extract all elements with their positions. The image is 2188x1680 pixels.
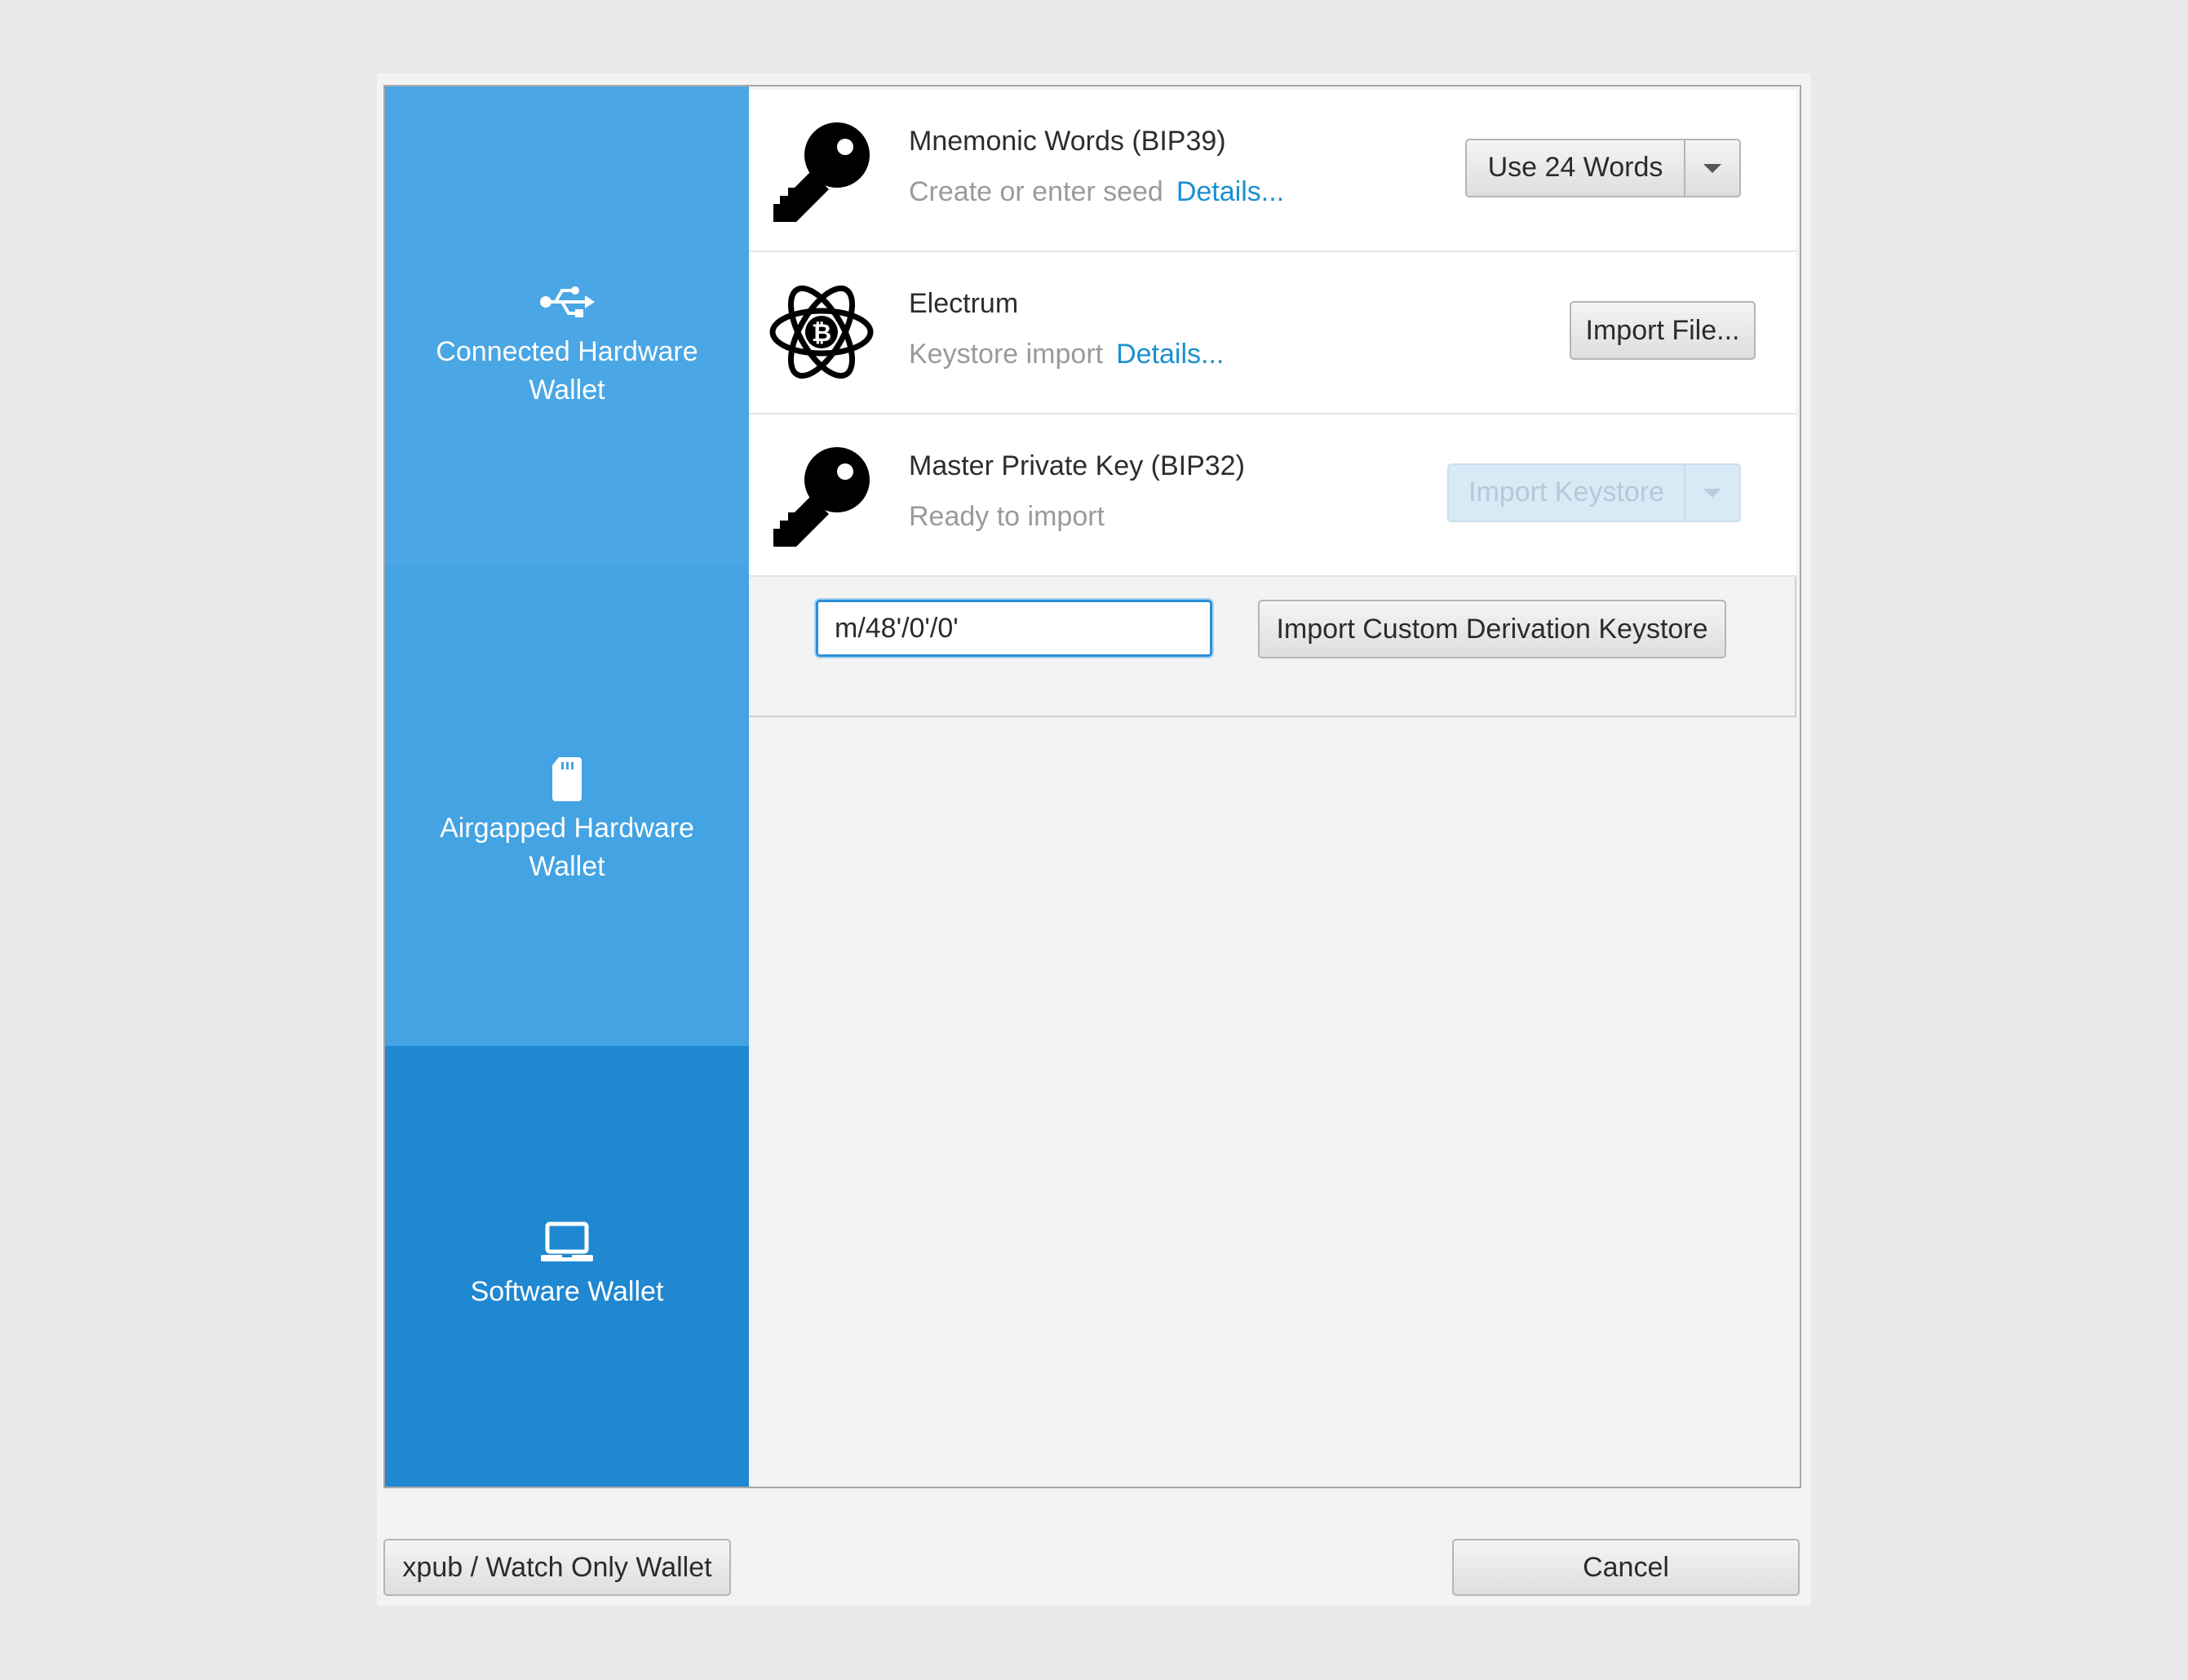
electrum-title: Electrum xyxy=(909,288,1019,319)
key-icon xyxy=(768,119,875,225)
content-frame: Connected Hardware Wallet Airgapped Hard… xyxy=(383,85,1801,1488)
sidebar-item-software-wallet[interactable]: Software Wallet xyxy=(385,1046,749,1487)
sidebar-item-label: Connected Hardware xyxy=(436,336,698,367)
screen-background: Connected Hardware Wallet Airgapped Hard… xyxy=(0,0,2188,1680)
electrum-card: ₿ Electrum Keystore import Details... Imp… xyxy=(749,252,1796,414)
sidebar-item-label: Wallet xyxy=(529,375,605,406)
mnemonic-details-link[interactable]: Details... xyxy=(1176,176,1284,207)
wallet-import-dialog: Connected Hardware Wallet Airgapped Hard… xyxy=(377,73,1811,1606)
master-key-subtitle-text: Ready to import xyxy=(909,501,1105,532)
import-keystore-dropdown-arrow[interactable] xyxy=(1685,465,1739,521)
word-count-dropdown-arrow[interactable] xyxy=(1685,140,1739,196)
import-keystore-button[interactable]: Import Keystore xyxy=(1449,465,1685,521)
sidebar-item-label: Software Wallet xyxy=(470,1276,664,1307)
derivation-path-input[interactable] xyxy=(816,600,1212,657)
sidebar-item-airgapped-hardware[interactable]: Airgapped Hardware Wallet xyxy=(385,566,749,1046)
sidebar-item-label: Airgapped Hardware xyxy=(440,813,694,844)
key-icon xyxy=(768,444,875,550)
electrum-subtitle: Keystore import Details... xyxy=(909,339,1224,370)
cancel-button[interactable]: Cancel xyxy=(1452,1539,1800,1596)
mnemonic-title: Mnemonic Words (BIP39) xyxy=(909,126,1226,157)
electrum-subtitle-text: Keystore import xyxy=(909,339,1104,370)
laptop-icon xyxy=(538,1216,596,1268)
master-key-title: Master Private Key (BIP32) xyxy=(909,450,1245,481)
wallet-type-sidebar: Connected Hardware Wallet Airgapped Hard… xyxy=(385,86,749,1487)
custom-derivation-area: Import Custom Derivation Keystore xyxy=(749,577,1796,717)
import-custom-derivation-button[interactable]: Import Custom Derivation Keystore xyxy=(1258,600,1726,658)
chevron-down-icon xyxy=(1703,488,1721,498)
sidebar-item-label: Wallet xyxy=(529,851,605,882)
software-wallet-panel: Mnemonic Words (BIP39) Create or enter s… xyxy=(749,86,1800,1487)
sidebar-item-connected-hardware[interactable]: Connected Hardware Wallet xyxy=(385,86,749,566)
watch-only-wallet-button[interactable]: xpub / Watch Only Wallet xyxy=(383,1539,731,1596)
master-key-subtitle: Ready to import xyxy=(909,501,1105,533)
usb-icon xyxy=(538,276,596,328)
import-file-button[interactable]: Import File... xyxy=(1570,301,1756,360)
word-count-split-button[interactable]: Use 24 Words xyxy=(1465,139,1741,197)
sd-card-icon xyxy=(538,752,596,805)
mnemonic-card: Mnemonic Words (BIP39) Create or enter s… xyxy=(749,90,1796,252)
use-24-words-button[interactable]: Use 24 Words xyxy=(1467,140,1685,196)
svg-text:₿: ₿ xyxy=(812,319,831,348)
electrum-bitcoin-icon: ₿ xyxy=(768,281,875,388)
electrum-details-link[interactable]: Details... xyxy=(1116,339,1224,370)
master-private-key-card: Master Private Key (BIP32) Ready to impo… xyxy=(749,414,1796,577)
import-keystore-split-button[interactable]: Import Keystore xyxy=(1447,463,1741,522)
mnemonic-subtitle: Create or enter seed Details... xyxy=(909,176,1284,208)
chevron-down-icon xyxy=(1703,163,1721,173)
mnemonic-subtitle-text: Create or enter seed xyxy=(909,176,1163,207)
